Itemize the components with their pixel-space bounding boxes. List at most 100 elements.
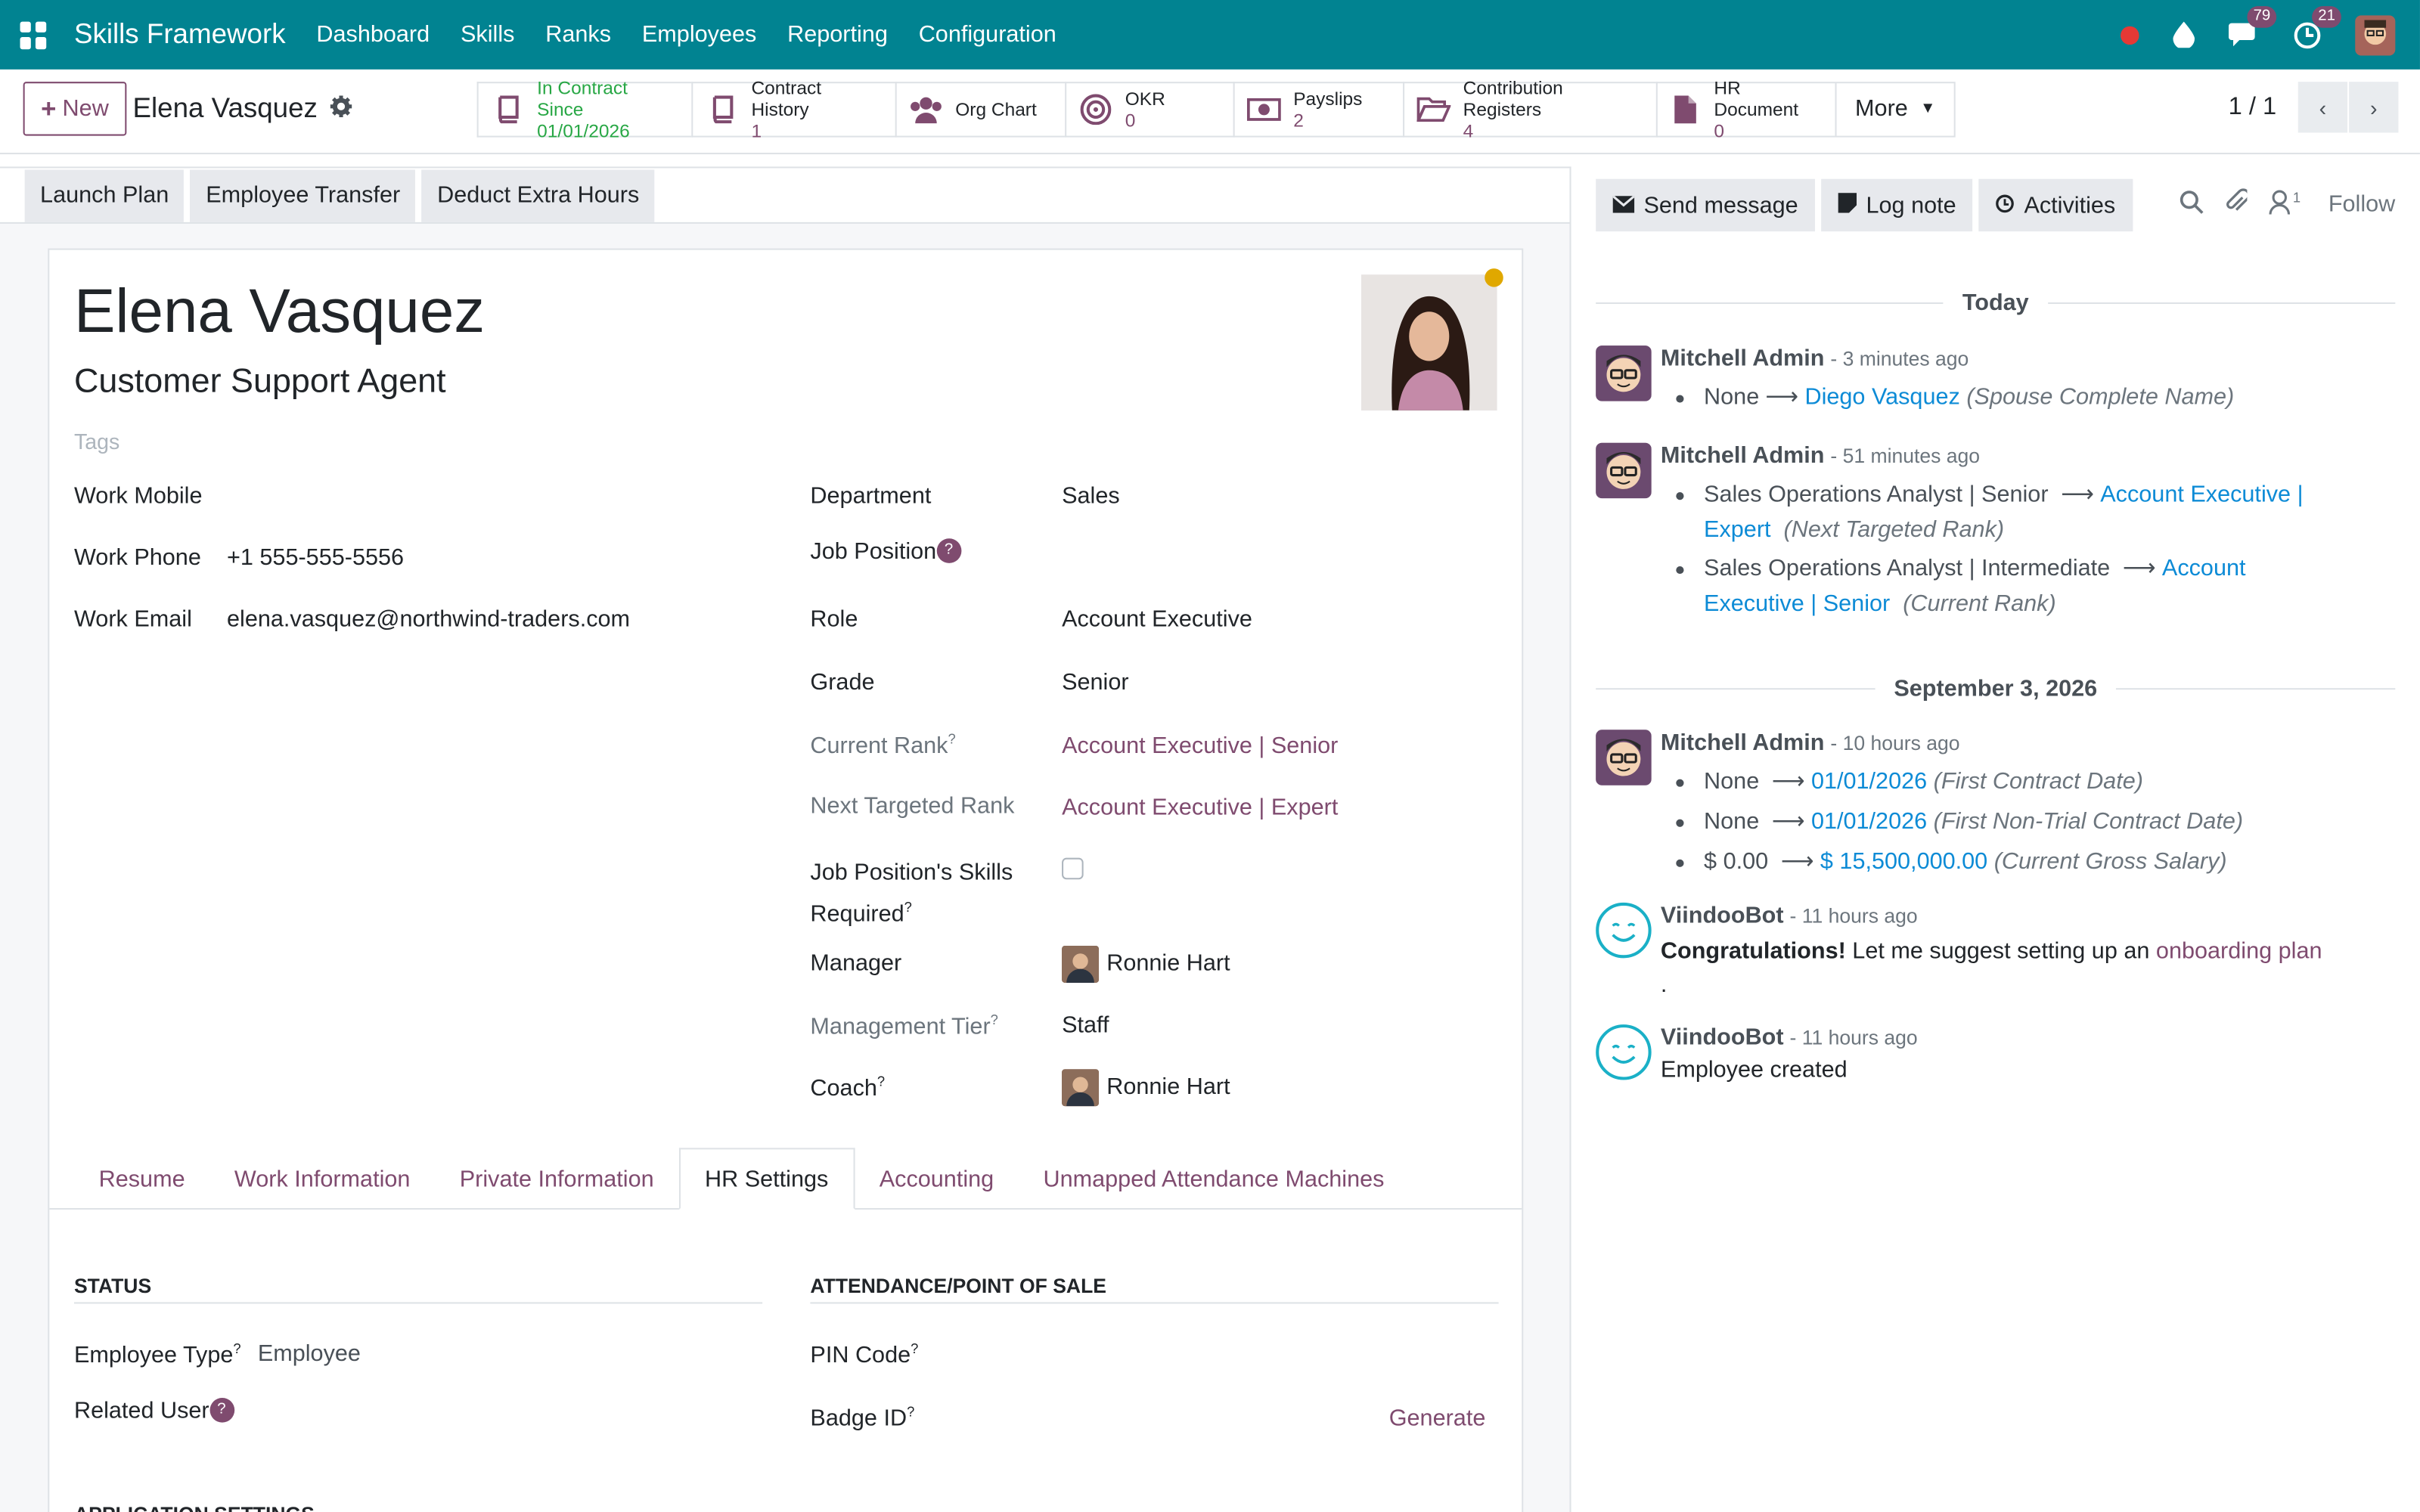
message-text: Employee created bbox=[1660, 1056, 1848, 1083]
stat-hr-document[interactable]: HR Document 0 bbox=[1655, 77, 1835, 142]
employee-job-title[interactable]: Customer Support Agent bbox=[74, 361, 446, 401]
tab-resume[interactable]: Resume bbox=[74, 1148, 209, 1210]
tab-work-information[interactable]: Work Information bbox=[209, 1148, 435, 1210]
help-tooltip-icon[interactable]: ? bbox=[233, 1340, 240, 1356]
help-question-icon[interactable]: ? bbox=[936, 538, 961, 563]
author-avatar[interactable] bbox=[1596, 442, 1652, 499]
more-dropdown[interactable]: More ▼ bbox=[1835, 82, 1956, 138]
message-author[interactable]: ViindooBot bbox=[1661, 903, 1784, 929]
help-tooltip-icon[interactable]: ? bbox=[911, 1340, 918, 1356]
paperclip-icon[interactable] bbox=[2225, 188, 2250, 221]
activities-clock-icon[interactable]: 21 bbox=[2294, 5, 2342, 49]
tracking-item: Sales Operations Analyst | Senior ⟶ Accou… bbox=[1661, 477, 2386, 548]
recording-dot-icon[interactable] bbox=[2121, 25, 2139, 45]
followers-button[interactable]: 1 bbox=[2268, 189, 2301, 220]
grade-field[interactable]: Senior bbox=[1062, 670, 1128, 696]
tab-unmapped-attendance-machines[interactable]: Unmapped Attendance Machines bbox=[1019, 1148, 1409, 1210]
plus-icon: + bbox=[41, 93, 57, 123]
author-avatar[interactable] bbox=[1596, 345, 1652, 401]
coach-field[interactable]: Ronnie Hart bbox=[1062, 1069, 1230, 1107]
bot-avatar[interactable] bbox=[1596, 902, 1652, 959]
employee-photo[interactable] bbox=[1360, 274, 1497, 411]
send-message-button[interactable]: Send message bbox=[1596, 178, 1816, 232]
help-tooltip-icon[interactable]: ? bbox=[948, 731, 955, 746]
help-tooltip-icon[interactable]: ? bbox=[904, 900, 912, 915]
menu-dashboard[interactable]: Dashboard bbox=[316, 22, 430, 48]
tab-private-information[interactable]: Private Information bbox=[435, 1148, 678, 1210]
help-tooltip-icon[interactable]: ? bbox=[877, 1074, 885, 1089]
message-author[interactable]: Mitchell Admin bbox=[1661, 345, 1825, 372]
stat-in-contract[interactable]: In Contract Since 01/01/2026 bbox=[476, 77, 692, 142]
pager-previous-button[interactable]: ‹ bbox=[2297, 82, 2348, 133]
top-navbar: Skills Framework Dashboard Skills Ranks … bbox=[0, 0, 2420, 70]
new-button[interactable]: + New bbox=[23, 82, 127, 136]
messages-icon[interactable]: 79 bbox=[2228, 6, 2277, 48]
menu-skills[interactable]: Skills bbox=[461, 22, 514, 48]
message-author[interactable]: Mitchell Admin bbox=[1661, 443, 1825, 469]
department-label: Department bbox=[810, 482, 932, 510]
manager-field[interactable]: Ronnie Hart bbox=[1062, 946, 1230, 983]
employee-type-select[interactable]: Employee bbox=[258, 1340, 361, 1367]
job-position-field[interactable] bbox=[1062, 544, 1494, 575]
log-note-button[interactable]: Log note bbox=[1821, 178, 1974, 232]
message-author[interactable]: Mitchell Admin bbox=[1661, 730, 1825, 756]
message-author[interactable]: ViindooBot bbox=[1661, 1024, 1784, 1051]
drop-icon[interactable] bbox=[2173, 21, 2195, 48]
arrow-right-icon: ⟶ bbox=[2054, 481, 2095, 508]
stat-okr[interactable]: OKR 0 bbox=[1065, 82, 1233, 138]
menu-employees[interactable]: Employees bbox=[642, 22, 756, 48]
next-rank-link[interactable]: Account Executive | Expert bbox=[1062, 795, 1338, 821]
skills-required-checkbox[interactable] bbox=[1062, 857, 1084, 880]
message-text-tail: . bbox=[1660, 971, 1668, 999]
badge-id-label-group: Badge ID? bbox=[810, 1404, 914, 1432]
stat-contract-history[interactable]: Contract History 1 bbox=[691, 77, 895, 142]
current-rank-link[interactable]: Account Executive | Senior bbox=[1062, 733, 1338, 759]
stat-org-chart[interactable]: Org Chart bbox=[895, 82, 1066, 138]
help-tooltip-icon[interactable]: ? bbox=[991, 1012, 998, 1027]
role-field[interactable]: Account Executive bbox=[1062, 606, 1252, 633]
new-button-label: New bbox=[62, 95, 109, 122]
user-avatar[interactable] bbox=[2355, 14, 2396, 55]
menu-ranks[interactable]: Ranks bbox=[545, 22, 611, 48]
author-avatar[interactable] bbox=[1596, 730, 1652, 785]
apps-menu-icon[interactable] bbox=[20, 20, 48, 49]
tab-hr-settings[interactable]: HR Settings bbox=[678, 1148, 855, 1210]
related-user-field[interactable] bbox=[258, 1404, 752, 1435]
activities-button[interactable]: Activities bbox=[1979, 178, 2133, 232]
help-question-icon[interactable]: ? bbox=[209, 1397, 234, 1423]
work-email-field[interactable]: elena.vasquez@northwind-traders.com bbox=[227, 606, 630, 633]
tab-accounting[interactable]: Accounting bbox=[855, 1148, 1019, 1210]
chatter-message: Mitchell Admin - 3 minutes ago None ⟶ Dieg… bbox=[1596, 345, 2398, 420]
menu-configuration[interactable]: Configuration bbox=[919, 22, 1056, 48]
launch-plan-button[interactable]: Launch Plan bbox=[24, 169, 185, 222]
bot-avatar[interactable] bbox=[1596, 1024, 1652, 1080]
tags-field[interactable]: Tags bbox=[74, 429, 119, 454]
coach-label: Coach bbox=[810, 1075, 877, 1102]
generate-badge-button[interactable]: Generate bbox=[1389, 1405, 1486, 1432]
skills-required-label-group: Job Position's Skills Required? bbox=[810, 855, 1013, 932]
stat-label: HR Document bbox=[1714, 77, 1799, 121]
search-icon[interactable] bbox=[2179, 189, 2204, 220]
divider bbox=[73, 1302, 763, 1304]
pager-next-button[interactable]: › bbox=[2349, 82, 2399, 133]
menu-reporting[interactable]: Reporting bbox=[787, 22, 888, 48]
new-value: $ 15,500,000.00 bbox=[1820, 848, 1988, 875]
divider bbox=[810, 1302, 1499, 1304]
gear-icon[interactable] bbox=[330, 92, 352, 125]
onboarding-plan-link[interactable]: onboarding plan bbox=[2156, 938, 2322, 965]
new-value: Expert bbox=[1704, 516, 1771, 544]
management-tier-field[interactable]: Staff bbox=[1062, 1012, 1109, 1039]
stat-contribution-registers[interactable]: Contribution Registers 4 bbox=[1403, 77, 1656, 142]
department-field[interactable]: Sales bbox=[1062, 483, 1120, 510]
follow-button[interactable]: Follow bbox=[2328, 191, 2395, 218]
pager-value[interactable]: 1 / 1 bbox=[2229, 93, 2277, 121]
work-phone-field[interactable]: +1 555-555-5556 bbox=[227, 544, 404, 571]
app-brand[interactable]: Skills Framework bbox=[74, 18, 286, 51]
employee-transfer-button[interactable]: Employee Transfer bbox=[190, 169, 416, 222]
old-value: None bbox=[1704, 384, 1760, 411]
employee-name[interactable]: Elena Vasquez bbox=[74, 277, 485, 347]
deduct-extra-hours-button[interactable]: Deduct Extra Hours bbox=[421, 169, 655, 222]
stat-payslips[interactable]: Payslips 2 bbox=[1233, 82, 1404, 138]
help-tooltip-icon[interactable]: ? bbox=[907, 1404, 914, 1419]
pin-code-field[interactable] bbox=[1062, 1340, 1494, 1371]
